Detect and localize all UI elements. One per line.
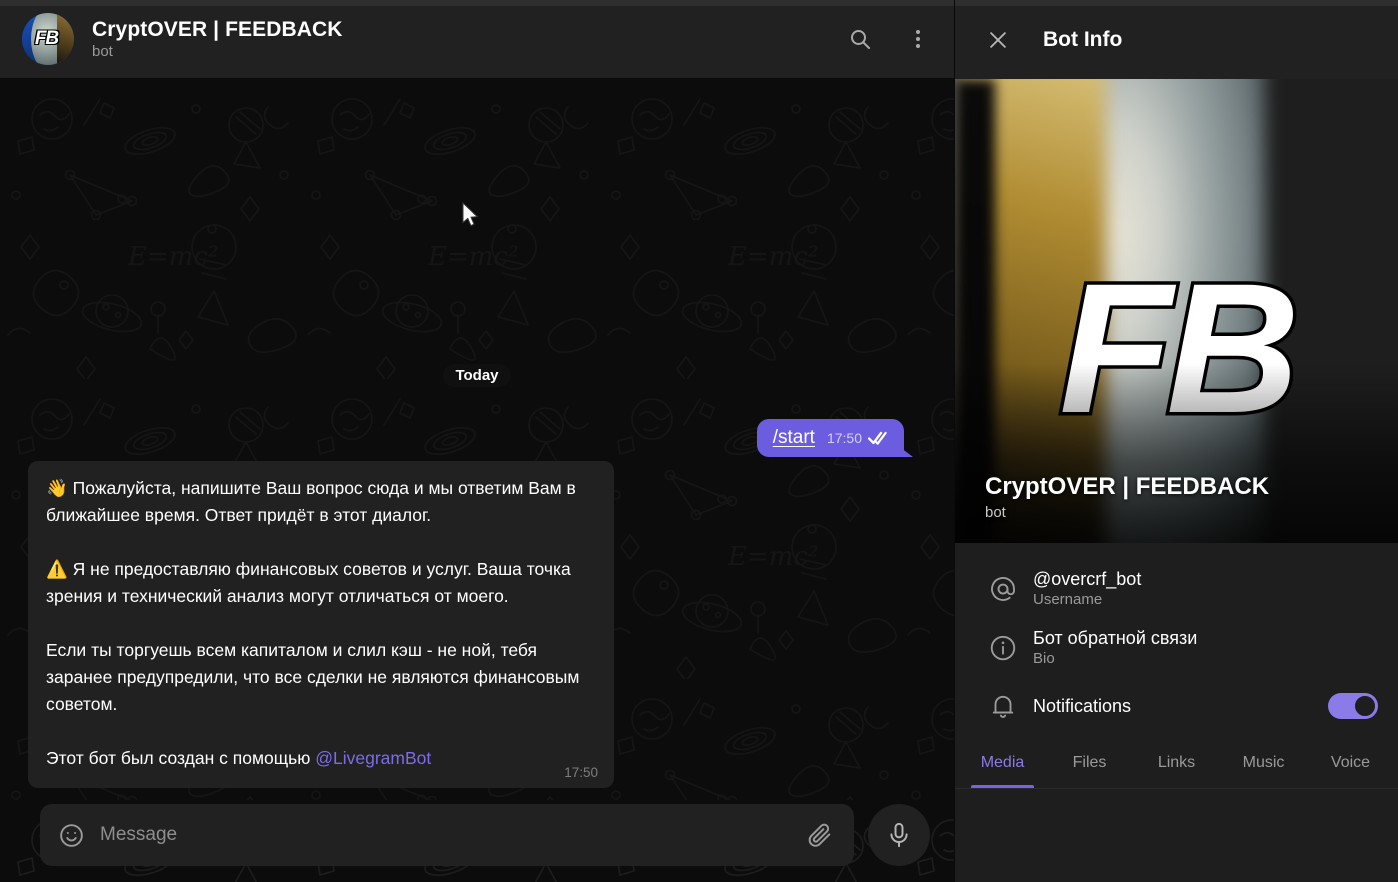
chat-column: FB CryptOVER | FEEDBACK bot Today /start…	[0, 0, 954, 882]
message-composer	[0, 800, 954, 882]
date-separator: Today	[28, 364, 926, 387]
chat-header-actions	[838, 17, 940, 61]
info-panel-tab-content	[955, 789, 1398, 882]
tab-label: Media	[980, 753, 1025, 771]
at-sign-icon	[981, 574, 1025, 604]
profile-title: CryptOVER | FEEDBACK	[985, 473, 1270, 500]
more-vertical-icon[interactable]	[896, 17, 940, 61]
chat-subtitle: bot	[92, 43, 113, 60]
tab-voice[interactable]: Voice	[1307, 737, 1394, 788]
tab-files[interactable]: Files	[1046, 737, 1133, 788]
chat-header: FB CryptOVER | FEEDBACK bot	[0, 0, 954, 79]
username-label: Username	[1033, 591, 1103, 608]
message-row-outgoing: /start 17:50	[28, 419, 926, 457]
message-time: 17:50	[826, 430, 862, 446]
date-separator-label: Today	[443, 364, 511, 387]
tab-music[interactable]: Music	[1220, 737, 1307, 788]
notifications-toggle[interactable]	[1328, 693, 1378, 719]
avatar-logo-text: FB	[34, 28, 59, 49]
profile-photo[interactable]: FB CryptOVER | FEEDBACK bot	[955, 79, 1398, 543]
info-rows: @overcrf_bot Username Бот обратной связи…	[955, 543, 1398, 737]
message-body: 👋 Пожалуйста, напишите Ваш вопрос сюда и…	[46, 478, 580, 768]
message-bubble-incoming[interactable]: 👋 Пожалуйста, напишите Ваш вопрос сюда и…	[28, 461, 614, 788]
notifications-label: Notifications	[1033, 695, 1132, 716]
info-panel-header: Bot Info	[955, 0, 1398, 79]
bell-icon	[981, 691, 1025, 721]
message-input[interactable]	[92, 824, 798, 846]
message-time: 17:50	[564, 765, 598, 780]
bio-label: Bio	[1033, 650, 1055, 667]
info-row-bio[interactable]: Бот обратной связи Bio	[955, 618, 1398, 677]
mention-link[interactable]: @LivegramBot	[315, 748, 431, 768]
chat-avatar[interactable]: FB	[22, 13, 74, 65]
info-circle-icon	[981, 633, 1025, 663]
paperclip-icon[interactable]	[804, 819, 836, 851]
info-row-username[interactable]: @overcrf_bot Username	[955, 559, 1398, 618]
info-panel-title: Bot Info	[1043, 27, 1123, 51]
message-bubble-outgoing[interactable]: /start 17:50	[756, 419, 904, 457]
close-icon[interactable]	[979, 21, 1017, 59]
double-check-icon	[868, 430, 890, 446]
bio-value: Бот обратной связи	[1033, 628, 1198, 648]
tab-label: Files	[1072, 753, 1107, 771]
username-value: @overcrf_bot	[1033, 569, 1142, 589]
telegram-window: FB CryptOVER | FEEDBACK bot Today /start…	[0, 0, 1398, 882]
message-meta: 17:50	[827, 430, 890, 446]
info-row-notifications[interactable]: Notifications	[955, 677, 1398, 735]
message-list: Today /start 17:50 👋 Пожалуйста, напишит…	[0, 79, 954, 800]
profile-subtitle: bot	[985, 504, 1006, 521]
bot-info-panel: Bot Info FB CryptOVER | FEEDBACK bot @ov…	[954, 0, 1398, 882]
search-icon[interactable]	[838, 17, 882, 61]
message-text: 👋 Пожалуйста, напишите Ваш вопрос сюда и…	[46, 475, 596, 772]
chat-title: CryptOVER | FEEDBACK	[92, 18, 343, 41]
toggle-knob	[1353, 694, 1377, 718]
message-row-incoming: 👋 Пожалуйста, напишите Ваш вопрос сюда и…	[28, 461, 926, 788]
tab-links[interactable]: Links	[1133, 737, 1220, 788]
tab-label: Music	[1242, 753, 1285, 771]
tab-media[interactable]: Media	[959, 737, 1046, 788]
message-input-wrapper[interactable]	[40, 804, 854, 866]
microphone-icon[interactable]	[868, 804, 930, 866]
info-row-text: Бот обратной связи Bio	[1033, 628, 1378, 667]
info-row-text: @overcrf_bot Username	[1033, 569, 1378, 608]
message-text: /start	[772, 427, 815, 448]
info-panel-tabs: Media Files Links Music Voice	[955, 737, 1398, 789]
smiley-icon[interactable]	[56, 820, 86, 850]
tab-label: Links	[1157, 753, 1196, 771]
profile-name-block: CryptOVER | FEEDBACK bot	[985, 473, 1269, 521]
chat-body: Today /start 17:50 👋 Пожалуйста, напишит…	[0, 79, 954, 800]
tab-label: Voice	[1330, 753, 1371, 771]
chat-header-titles[interactable]: CryptOVER | FEEDBACK bot	[92, 18, 838, 60]
